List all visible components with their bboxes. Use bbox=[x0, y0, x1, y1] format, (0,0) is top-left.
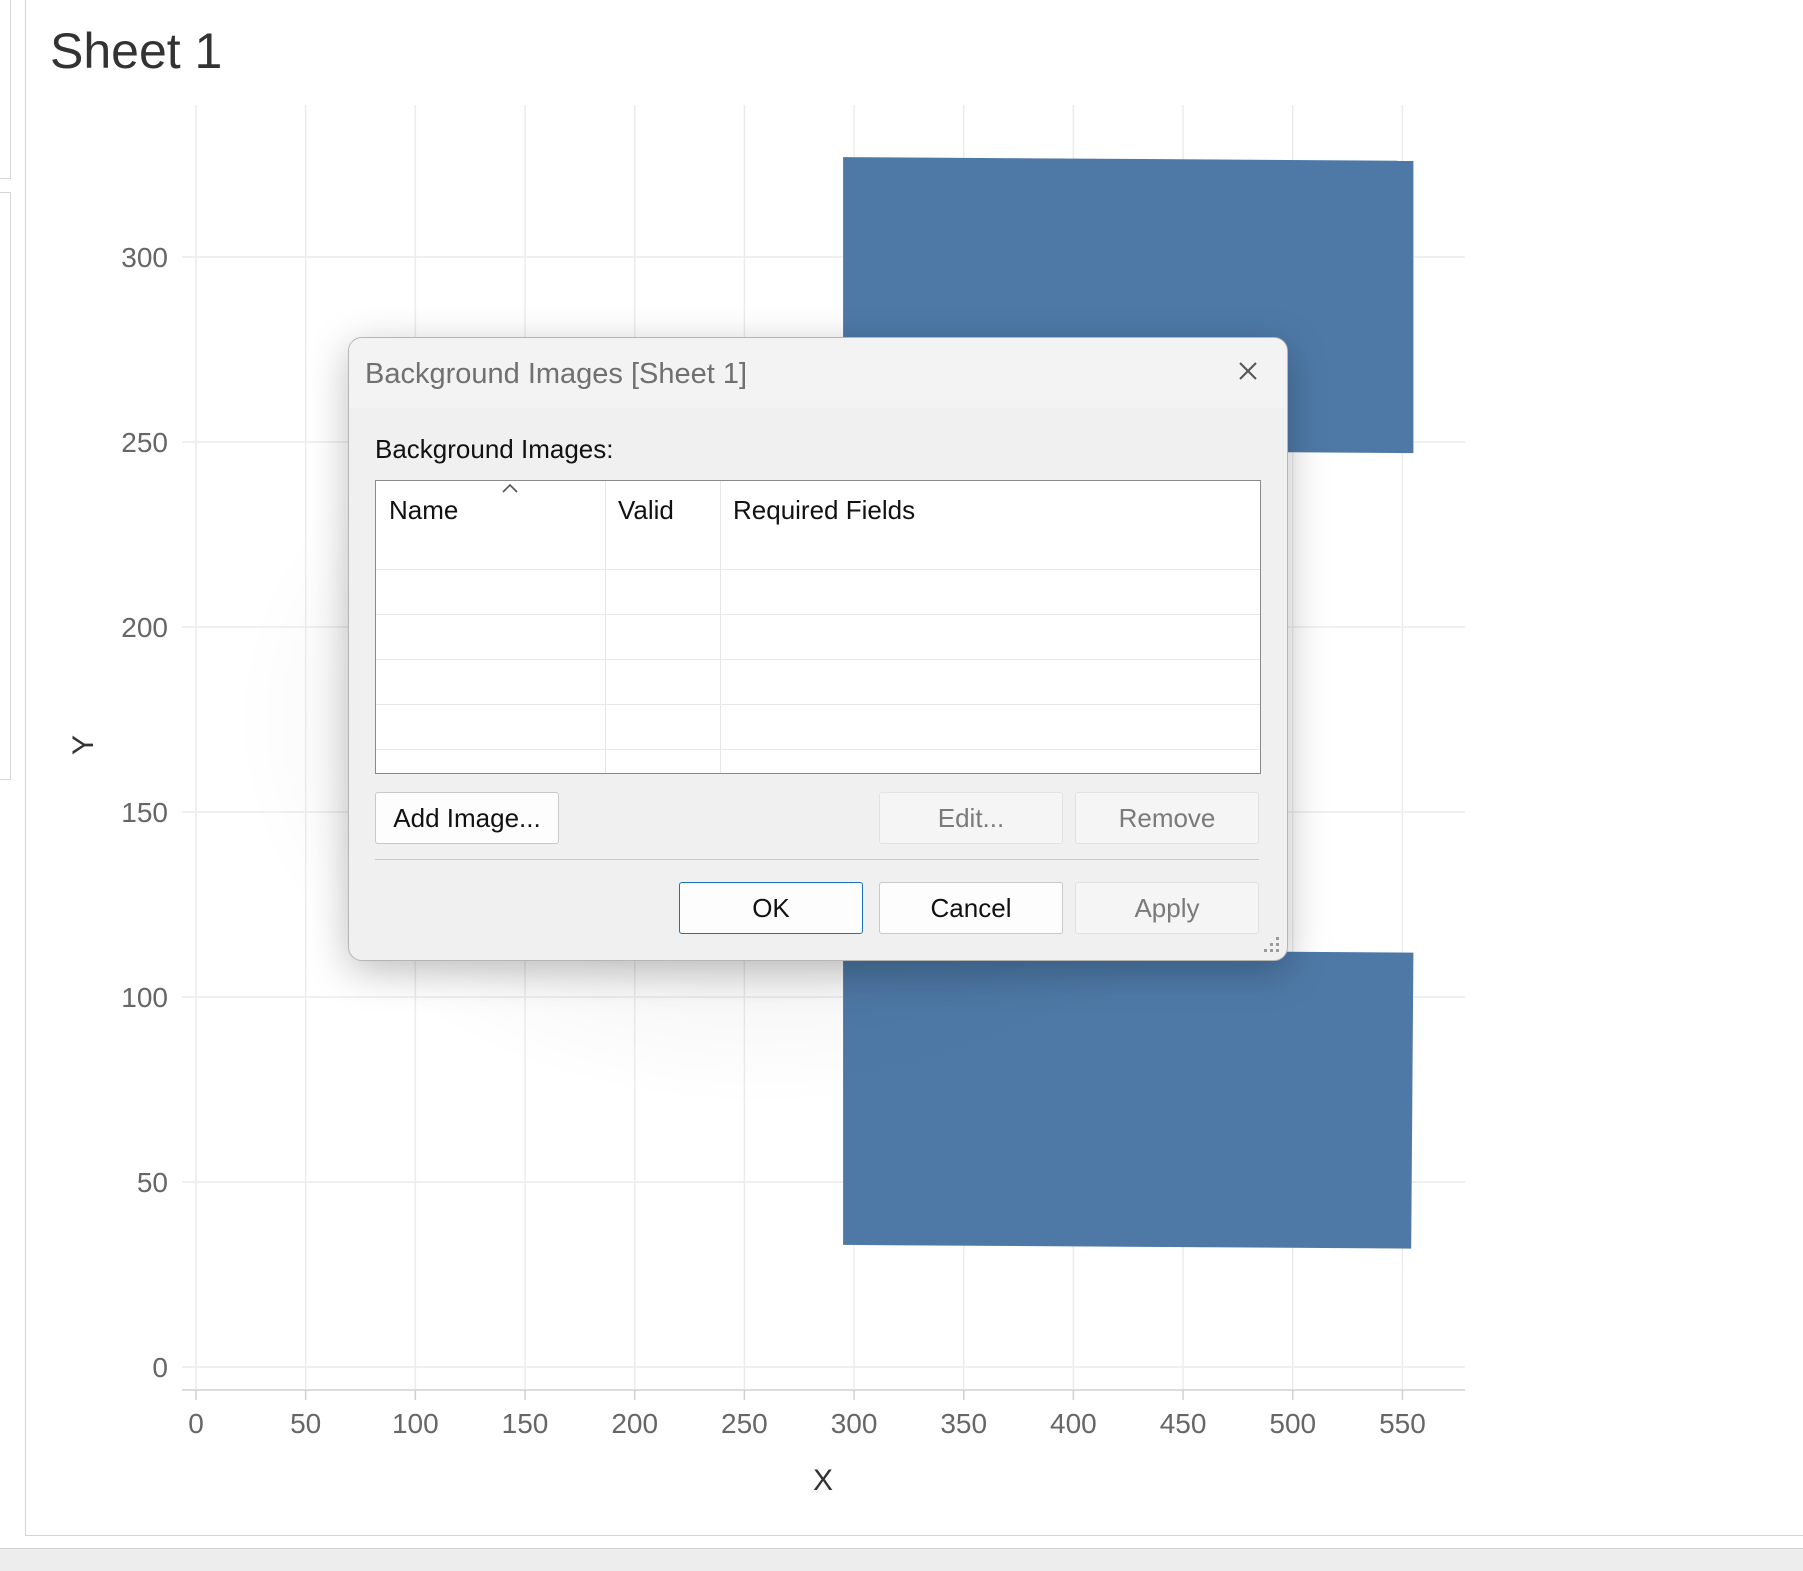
x-tick-label: 550 bbox=[1379, 1408, 1426, 1439]
x-tick-label: 350 bbox=[940, 1408, 987, 1439]
x-tick-label: 400 bbox=[1050, 1408, 1097, 1439]
y-tick-label: 250 bbox=[121, 427, 168, 458]
row-divider bbox=[376, 749, 1260, 750]
row-divider bbox=[376, 614, 1260, 615]
y-tick-label: 100 bbox=[121, 982, 168, 1013]
x-tick-label: 0 bbox=[188, 1408, 204, 1439]
column-header-valid[interactable]: Valid bbox=[605, 481, 720, 581]
dialog-title: Background Images [Sheet 1] bbox=[365, 358, 748, 390]
column-header-valid-label: Valid bbox=[618, 495, 674, 525]
column-header-required-fields-label: Required Fields bbox=[733, 495, 916, 525]
x-axis-title: X bbox=[813, 1464, 833, 1497]
x-tick-label: 500 bbox=[1269, 1408, 1316, 1439]
remove-button[interactable]: Remove bbox=[1075, 792, 1259, 844]
x-tick-label: 150 bbox=[502, 1408, 549, 1439]
x-tick-label: 250 bbox=[721, 1408, 768, 1439]
resize-grip-icon[interactable] bbox=[1261, 934, 1281, 954]
x-tick-label: 50 bbox=[290, 1408, 321, 1439]
y-tick-label: 50 bbox=[137, 1167, 168, 1198]
add-image-button[interactable]: Add Image... bbox=[375, 792, 559, 844]
y-tick-label: 150 bbox=[121, 797, 168, 828]
button-separator bbox=[375, 859, 1259, 860]
column-header-required-fields[interactable]: Required Fields bbox=[720, 481, 1260, 581]
x-tick-label: 300 bbox=[831, 1408, 878, 1439]
y-axis-title: Y bbox=[67, 735, 100, 755]
row-divider bbox=[376, 659, 1260, 660]
close-icon[interactable] bbox=[1231, 354, 1265, 388]
dialog-titlebar[interactable]: Background Images [Sheet 1] bbox=[349, 338, 1287, 408]
column-header-name[interactable]: Name bbox=[376, 481, 605, 581]
x-tick-label: 200 bbox=[611, 1408, 658, 1439]
y-tick-label: 200 bbox=[121, 612, 168, 643]
background-images-dialog: Background Images [Sheet 1] Background I… bbox=[348, 337, 1288, 961]
apply-button[interactable]: Apply bbox=[1075, 882, 1259, 934]
sort-ascending-icon bbox=[502, 483, 518, 493]
background-images-label: Background Images: bbox=[375, 434, 614, 464]
row-divider bbox=[376, 704, 1260, 705]
x-tick-label: 450 bbox=[1160, 1408, 1207, 1439]
x-tick-label: 100 bbox=[392, 1408, 439, 1439]
edit-button[interactable]: Edit... bbox=[879, 792, 1063, 844]
cancel-button[interactable]: Cancel bbox=[879, 882, 1063, 934]
y-tick-label: 0 bbox=[152, 1352, 168, 1383]
ok-button[interactable]: OK bbox=[679, 882, 863, 934]
column-header-name-label: Name bbox=[389, 495, 459, 525]
background-images-list[interactable]: Name Valid Required Fields bbox=[375, 480, 1261, 774]
y-tick-label: 300 bbox=[121, 242, 168, 273]
